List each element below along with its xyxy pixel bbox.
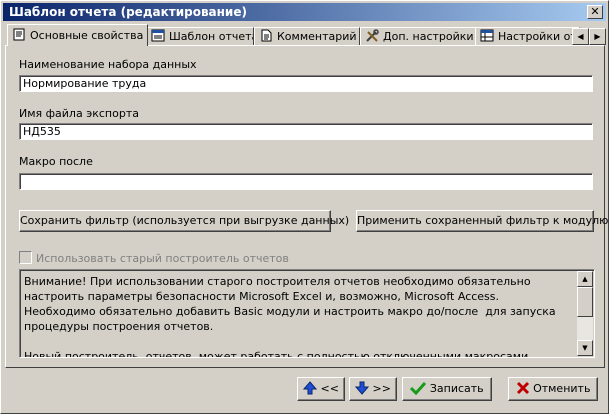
warning-memo[interactable]: Внимание! При использовании старого пост… [19,269,595,358]
dataset-name-label: Наименование набора данных [19,58,197,71]
document-icon [259,29,273,42]
tab-scroll-left-button[interactable]: ◀ [572,28,589,45]
cancel-x-icon [516,381,529,395]
property-page-icon [12,27,26,41]
old-builder-option: Использовать старый построитель отчетов [19,251,289,265]
report-template-icon [151,29,165,42]
title-bar[interactable]: Шаблон отчета (редактирование) ✕ [3,3,606,21]
save-filter-button[interactable]: Сохранить фильтр (используется при выгру… [19,210,349,232]
next-label: >> [372,382,391,395]
tab-label: Настройки отч [498,30,580,43]
tools-icon [365,29,379,42]
warning-text: Внимание! При использовании старого пост… [24,275,556,358]
tab-label: Комментарий [277,30,357,43]
memo-scrollbar[interactable]: ▲ ▼ [577,271,593,356]
old-builder-label: Использовать старый построитель отчетов [36,252,289,265]
next-record-button[interactable]: >> [349,377,397,401]
export-file-label: Имя файла экспорта [19,107,139,120]
cancel-button[interactable]: Отменить [508,377,598,401]
checkmark-icon [410,381,427,396]
macro-after-field[interactable] [19,173,593,190]
tab-strip: Основные свойства Шаблон отчета Коммента… [5,24,606,46]
apply-filter-button[interactable]: Применить сохраненный фильтр к модулю [356,210,608,232]
save-button[interactable]: Записать [402,377,492,401]
previous-record-button[interactable]: << [297,377,345,401]
macro-after-label: Макро после [19,155,93,168]
dataset-name-field[interactable]: Нормирование труда [19,75,593,92]
cancel-label: Отменить [533,382,591,395]
grid-settings-icon [480,29,494,42]
close-button[interactable]: ✕ [587,5,603,19]
tab-label: Основные свойства [30,29,144,42]
save-label: Записать [429,382,484,395]
old-builder-checkbox[interactable] [19,251,32,264]
dialog-window: Шаблон отчета (редактирование) ✕ Основны… [0,0,609,414]
arrow-down-icon [354,381,370,395]
export-file-field[interactable]: НД535 [19,123,593,140]
tab-scroll-right-button[interactable]: ▶ [589,28,606,45]
tab-report-settings[interactable]: Настройки отч [475,27,580,45]
previous-label: << [320,382,339,395]
arrow-up-icon [302,381,318,395]
tab-label: Шаблон отчета [169,30,254,43]
tab-main-properties[interactable]: Основные свойства [7,24,148,46]
tab-extra-settings[interactable]: Доп. настройки [360,27,478,45]
scroll-up-arrow-icon[interactable]: ▲ [577,271,593,287]
scroll-thumb[interactable] [577,287,593,317]
tab-label: Доп. настройки [383,30,474,43]
tab-comment[interactable]: Комментарий [254,27,360,45]
window-title: Шаблон отчета (редактирование) [9,5,247,19]
scroll-down-arrow-icon[interactable]: ▼ [577,340,593,356]
tab-report-template[interactable]: Шаблон отчета [146,27,254,45]
